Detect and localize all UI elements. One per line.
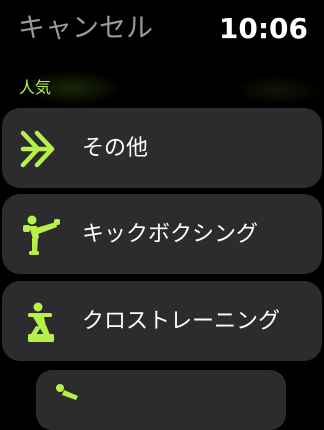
workout-label: キックボクシング [82, 222, 259, 247]
double-chevron-right-icon [20, 128, 62, 170]
workout-card-cross-training[interactable]: クロストレーニング [2, 281, 322, 361]
workout-card-other[interactable]: その他 [2, 108, 322, 188]
kickboxing-figure-icon [20, 214, 62, 256]
workout-list: その他 キックボクシング クロストレーニング [0, 0, 324, 430]
cross-training-figure-icon [20, 301, 62, 343]
workout-figure-icon [52, 380, 84, 412]
workout-card-partial[interactable] [36, 370, 286, 430]
workout-label: その他 [82, 136, 149, 161]
workout-card-kickboxing[interactable]: キックボクシング [2, 194, 322, 274]
workout-label: クロストレーニング [82, 309, 281, 334]
